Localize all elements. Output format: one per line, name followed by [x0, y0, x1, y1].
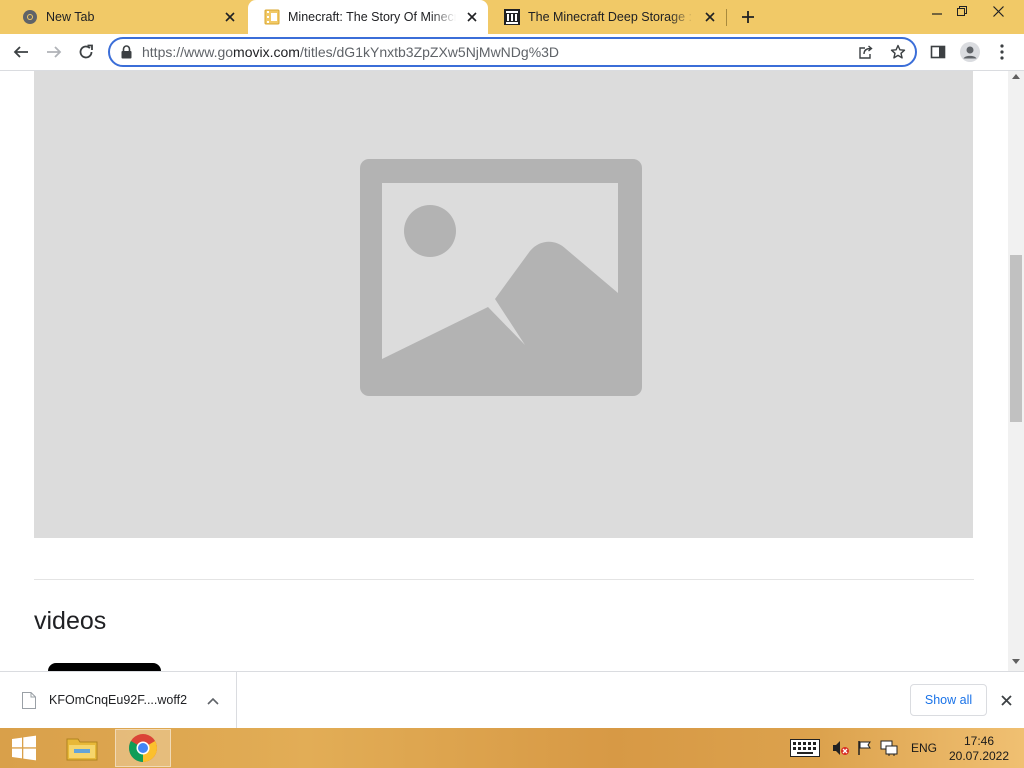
avatar-icon: [960, 42, 980, 62]
folder-icon: [66, 738, 98, 761]
new-tab-button[interactable]: [736, 6, 760, 28]
tab-title: New Tab: [46, 10, 95, 24]
film-icon: [264, 9, 280, 25]
page-scrollbar[interactable]: [1008, 71, 1024, 671]
reload-button[interactable]: [72, 38, 100, 66]
windows-taskbar: ENG 17:46 20.07.2022: [0, 728, 1024, 768]
tab-new-tab[interactable]: New Tab: [6, 0, 246, 34]
address-bar[interactable]: https://www.gomovix.com/titles/dG1kYnxtb…: [108, 37, 917, 67]
close-tab-icon[interactable]: [700, 7, 720, 27]
forward-button[interactable]: [40, 38, 68, 66]
tab-title: Minecraft: The Story Of Minecraft: [288, 10, 456, 24]
tab-minecraft-story[interactable]: Minecraft: The Story Of Minecraft: [248, 0, 488, 34]
download-item[interactable]: KFOmCnqEu92F....woff2: [0, 672, 237, 728]
flag-icon[interactable]: [857, 739, 873, 757]
tab-strip: New Tab Minecraft: The Story Of Minecraf…: [0, 0, 1024, 34]
profile-button[interactable]: [956, 38, 984, 66]
browser-toolbar: https://www.gomovix.com/titles/dG1kYnxtb…: [0, 34, 1024, 71]
share-icon[interactable]: [858, 44, 874, 65]
system-clock[interactable]: 17:46 20.07.2022: [946, 734, 1012, 764]
video-thumbnail[interactable]: [48, 663, 161, 671]
url-text: https://www.gomovix.com/titles/dG1kYnxtb…: [142, 44, 560, 60]
start-button[interactable]: [0, 728, 48, 768]
menu-button[interactable]: [988, 38, 1016, 66]
keyboard-icon[interactable]: [790, 739, 820, 757]
arrow-right-icon: [47, 46, 62, 58]
lock-icon: [121, 45, 132, 64]
language-indicator[interactable]: ENG: [911, 741, 937, 755]
chrome-icon: [129, 734, 157, 762]
image-placeholder-icon: [360, 159, 642, 396]
close-tab-icon[interactable]: [462, 7, 482, 27]
page-viewport: videos: [0, 71, 1008, 671]
image-placeholder: [34, 71, 973, 538]
tab-minecraft-deep-storage[interactable]: The Minecraft Deep Storage : Free: [488, 0, 726, 34]
side-panel-button[interactable]: [924, 38, 952, 66]
plus-icon: [742, 11, 754, 23]
scroll-down-arrow-icon[interactable]: [1012, 659, 1020, 664]
download-shelf: KFOmCnqEu92F....woff2 Show all: [0, 671, 1024, 728]
taskbar-file-explorer[interactable]: [54, 729, 110, 767]
taskbar-chrome[interactable]: [115, 729, 171, 767]
tab-title: The Minecraft Deep Storage : Free: [528, 10, 694, 24]
restore-button[interactable]: [946, 0, 977, 22]
speaker-muted-icon[interactable]: [832, 739, 850, 757]
clock-date: 20.07.2022: [948, 749, 1010, 763]
bookmark-star-icon[interactable]: [890, 44, 906, 65]
scroll-up-arrow-icon[interactable]: [1012, 74, 1020, 79]
reload-icon: [79, 44, 93, 59]
scrollbar-thumb[interactable]: [1010, 255, 1022, 422]
network-icon[interactable]: [880, 739, 898, 757]
windows-logo-icon: [12, 735, 36, 761]
minimize-icon: [931, 13, 942, 15]
restore-icon: [956, 6, 967, 16]
chevron-up-icon[interactable]: [204, 692, 222, 710]
clock-time: 17:46: [963, 734, 995, 748]
kebab-menu-icon: [1000, 44, 1004, 60]
file-icon: [22, 692, 36, 714]
close-window-button[interactable]: [983, 0, 1014, 22]
arrow-left-icon: [13, 46, 28, 58]
side-panel-icon: [930, 45, 946, 59]
back-button[interactable]: [7, 38, 35, 66]
tab-separator: [726, 9, 727, 26]
close-tab-icon[interactable]: [220, 7, 240, 27]
download-file-name: KFOmCnqEu92F....woff2: [49, 693, 188, 707]
section-divider: [34, 579, 974, 580]
close-icon: [993, 5, 1004, 17]
archive-icon: [504, 9, 520, 25]
close-download-shelf-icon[interactable]: [996, 690, 1016, 710]
chrome-icon: [22, 9, 38, 25]
show-all-downloads-button[interactable]: Show all: [910, 684, 987, 716]
videos-heading: videos: [34, 607, 107, 635]
